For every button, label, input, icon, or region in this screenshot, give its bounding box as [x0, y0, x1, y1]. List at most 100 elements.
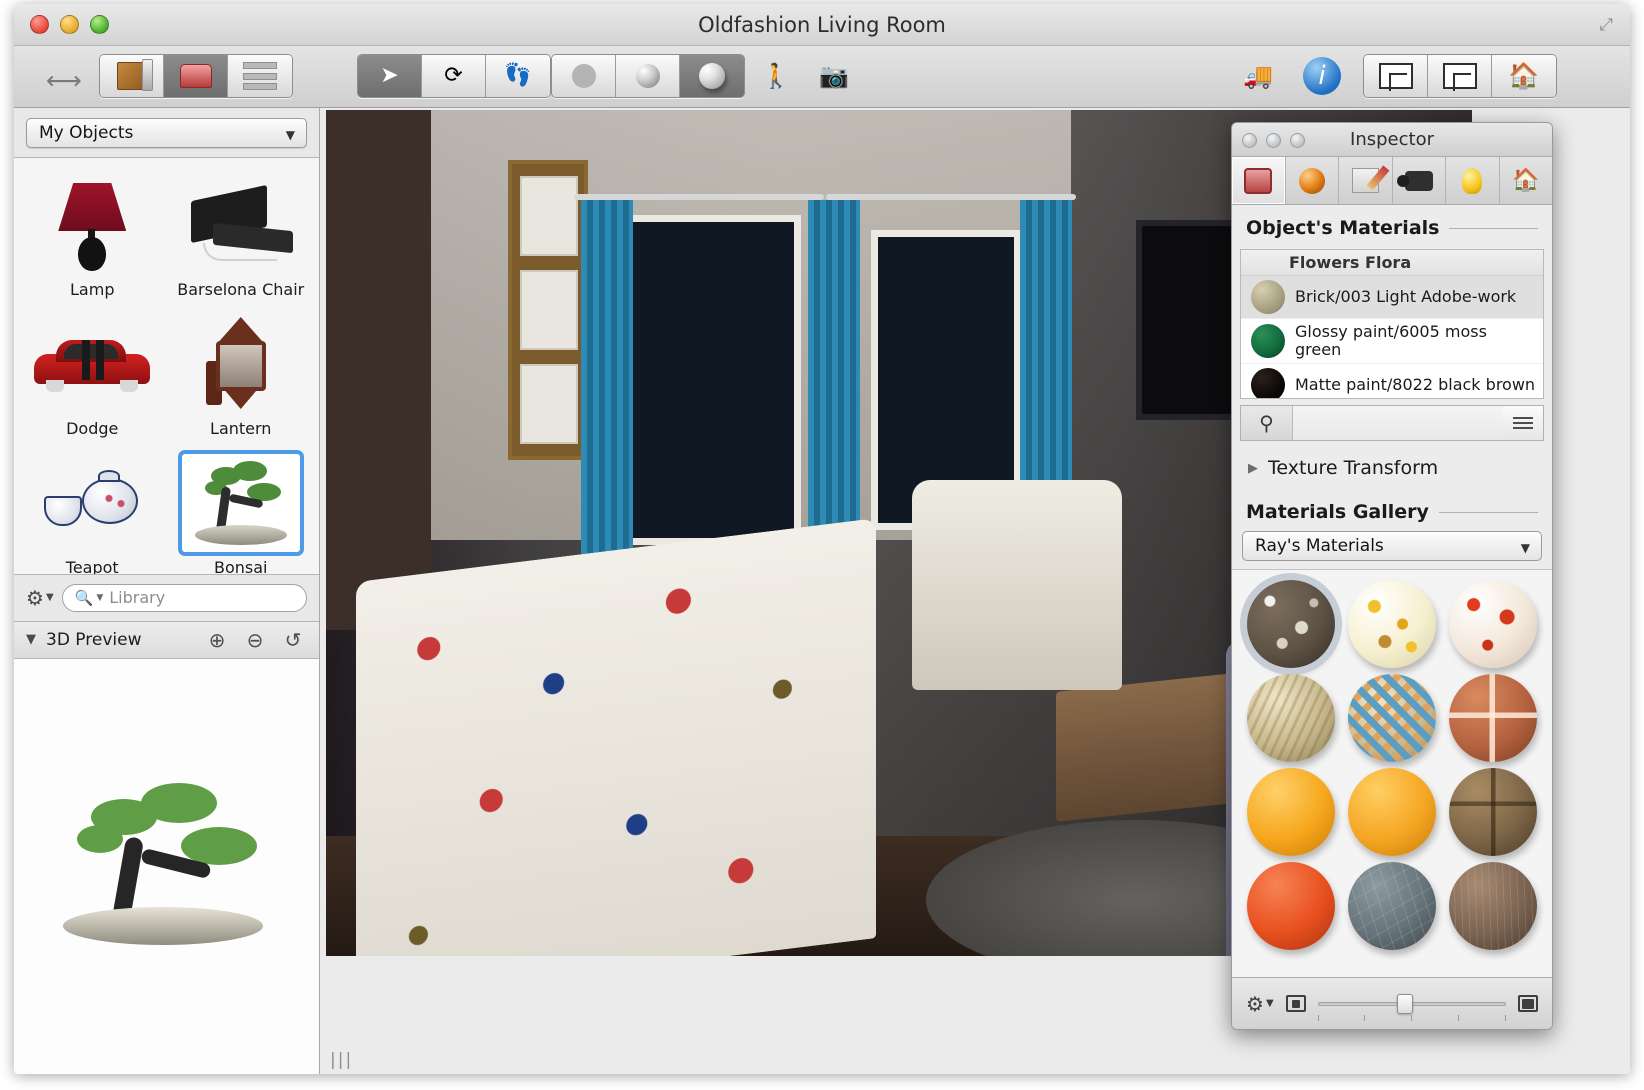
- eyedropper-button[interactable]: ⚲: [1241, 406, 1293, 440]
- search-icon: 🔍: [75, 589, 94, 607]
- material-row[interactable]: Brick/003 Light Adobe-work: [1241, 276, 1543, 319]
- dodge-car-icon: [34, 336, 150, 392]
- gallery-swatch-yellow-floral[interactable]: [1341, 580, 1442, 668]
- room-curtain: [581, 200, 633, 560]
- thumbnail-size-slider[interactable]: [1318, 993, 1506, 1015]
- gallery-swatch-terracotta-tile[interactable]: [1443, 674, 1544, 762]
- library-search-input[interactable]: 🔍 ▼ Library: [62, 584, 307, 612]
- material-row[interactable]: Glossy paint/6005 moss green: [1241, 319, 1543, 364]
- large-thumbnail-icon[interactable]: [1518, 995, 1538, 1012]
- inspector-tab-object[interactable]: [1232, 157, 1286, 204]
- ruler-chair-icon: [1244, 168, 1272, 194]
- window-titlebar: Oldfashion Living Room ⤢: [14, 4, 1630, 46]
- camera-icon: 📷: [819, 62, 849, 90]
- viewport-resize-handle[interactable]: |||: [330, 1050, 353, 1070]
- material-ball: [1348, 674, 1436, 762]
- inspector-tab-camera[interactable]: [1393, 157, 1447, 204]
- texture-transform-disclosure[interactable]: ▶ Texture Transform: [1232, 441, 1552, 489]
- furniture-chair-view-button[interactable]: [164, 55, 228, 97]
- gallery-swatch-orange-gloss-2[interactable]: [1341, 768, 1442, 856]
- zoom-in-icon[interactable]: ⊕: [203, 628, 231, 652]
- object-item-teapot[interactable]: Teapot: [18, 444, 167, 575]
- material-name: Brick/003 Light Adobe-work: [1295, 288, 1516, 306]
- object-item-dodge[interactable]: Dodge: [18, 305, 167, 442]
- select-tool-button[interactable]: ➤: [358, 55, 422, 97]
- chevron-down-icon: ▼: [1521, 541, 1530, 555]
- material-row[interactable]: Matte paint/8022 black brown: [1241, 364, 1543, 399]
- material-ball: [1348, 580, 1436, 668]
- inspector-gear-menu-button[interactable]: ⚙ ▼: [1246, 992, 1274, 1016]
- inspector-tab-light[interactable]: [1446, 157, 1500, 204]
- layout-segmented-control: 🏠: [1363, 54, 1557, 98]
- materials-gallery-grid[interactable]: [1232, 569, 1552, 977]
- application-window: Oldfashion Living Room ⤢ ⟷ ➤ ⟳ 👣: [14, 4, 1630, 1074]
- inspector-tab-material[interactable]: [1286, 157, 1340, 204]
- gallery-swatch-brown-linen[interactable]: [1443, 862, 1544, 950]
- material-swatch: [1251, 324, 1285, 358]
- tool-segmented-control: ➤ ⟳ 👣: [357, 54, 551, 98]
- flat-render-button[interactable]: [552, 55, 616, 97]
- gallery-swatch-red-floral[interactable]: [1443, 580, 1544, 668]
- gallery-swatch-orange-gloss[interactable]: [1240, 768, 1341, 856]
- room-white-armchair: [912, 480, 1122, 690]
- plan-view-button[interactable]: [1364, 55, 1428, 97]
- gallery-swatch-dark-floral[interactable]: [1240, 580, 1341, 668]
- material-swatch: [1251, 368, 1285, 399]
- barselona-chair-icon: [185, 189, 297, 261]
- material-name: Glossy paint/6005 moss green: [1295, 323, 1537, 359]
- library-category-picker[interactable]: My Objects ▼: [26, 118, 307, 148]
- object-label: Dodge: [66, 419, 118, 438]
- bonsai-icon: [189, 461, 293, 545]
- walking-person-icon: 🚶: [761, 62, 791, 90]
- rotate-icon: ⟳: [444, 65, 462, 87]
- materials-gallery-picker[interactable]: Ray's Materials ▼: [1242, 531, 1542, 561]
- slider-knob[interactable]: [1397, 994, 1413, 1014]
- import-truck-button[interactable]: 🚚: [1233, 54, 1283, 98]
- gallery-swatch-wood-panel[interactable]: [1443, 768, 1544, 856]
- objects-materials-header: Object's Materials: [1232, 205, 1552, 245]
- inspector-tab-edit[interactable]: [1339, 157, 1393, 204]
- inspector-footer: ⚙ ▼: [1232, 977, 1552, 1029]
- gallery-swatch-slate-gray[interactable]: [1341, 862, 1442, 950]
- object-item-lamp[interactable]: Lamp: [18, 166, 167, 303]
- object-thumbnail: [178, 450, 304, 556]
- gallery-swatch-red-orange-matte[interactable]: [1240, 862, 1341, 950]
- 3d-view-button[interactable]: 🏠: [1492, 55, 1556, 97]
- preview-3d-canvas[interactable]: [14, 659, 319, 1075]
- fullscreen-icon[interactable]: ⤢: [1596, 15, 1616, 35]
- material-picker-field[interactable]: [1293, 406, 1503, 440]
- disclosure-triangle-closed-icon: ▶: [1248, 461, 1258, 476]
- walls-tool-button[interactable]: 👣: [486, 55, 550, 97]
- shaded-render-button[interactable]: [616, 55, 680, 97]
- disclosure-triangle-open-icon[interactable]: ▼: [26, 632, 36, 647]
- library-gear-menu-button[interactable]: ⚙ ▼: [26, 586, 54, 610]
- inspector-tab-scene[interactable]: 🏠: [1500, 157, 1553, 204]
- chevron-down-icon: ▼: [46, 592, 54, 603]
- object-label: Lantern: [210, 419, 271, 438]
- wall-art-frames: [508, 160, 588, 460]
- camera-button[interactable]: 📷: [809, 54, 859, 98]
- gallery-swatch-gold-damask[interactable]: [1240, 674, 1341, 762]
- gallery-swatch-blue-argyle[interactable]: [1341, 674, 1442, 762]
- inspector-titlebar: Inspector: [1232, 123, 1552, 157]
- object-item-barselona-chair[interactable]: Barselona Chair: [167, 166, 316, 303]
- resize-arrows-icon[interactable]: ⟷: [46, 66, 80, 95]
- objects-materials-list[interactable]: Flowers Flora Brick/003 Light Adobe-work…: [1240, 249, 1544, 399]
- info-button[interactable]: i: [1297, 54, 1347, 98]
- material-ball: [1449, 862, 1537, 950]
- walk-through-button[interactable]: 🚶: [751, 54, 801, 98]
- zoom-out-icon[interactable]: ⊖: [241, 628, 269, 652]
- object-item-bonsai[interactable]: Bonsai: [167, 444, 316, 575]
- material-ball: [1449, 580, 1537, 668]
- object-item-lantern[interactable]: Lantern: [167, 305, 316, 442]
- furniture-cabinet-view-button[interactable]: [100, 55, 164, 97]
- rotate-tool-button[interactable]: ⟳: [422, 55, 486, 97]
- material-ball: [1247, 862, 1335, 950]
- glossy-render-button[interactable]: [680, 55, 744, 97]
- reset-rotate-icon[interactable]: ↺: [279, 628, 307, 652]
- split-view-button[interactable]: [1428, 55, 1492, 97]
- object-grid-scroll-area[interactable]: Lamp Barselona Chair: [14, 157, 319, 575]
- material-menu-button[interactable]: [1503, 406, 1543, 440]
- object-list-view-button[interactable]: [228, 55, 292, 97]
- small-thumbnail-icon[interactable]: [1286, 995, 1306, 1012]
